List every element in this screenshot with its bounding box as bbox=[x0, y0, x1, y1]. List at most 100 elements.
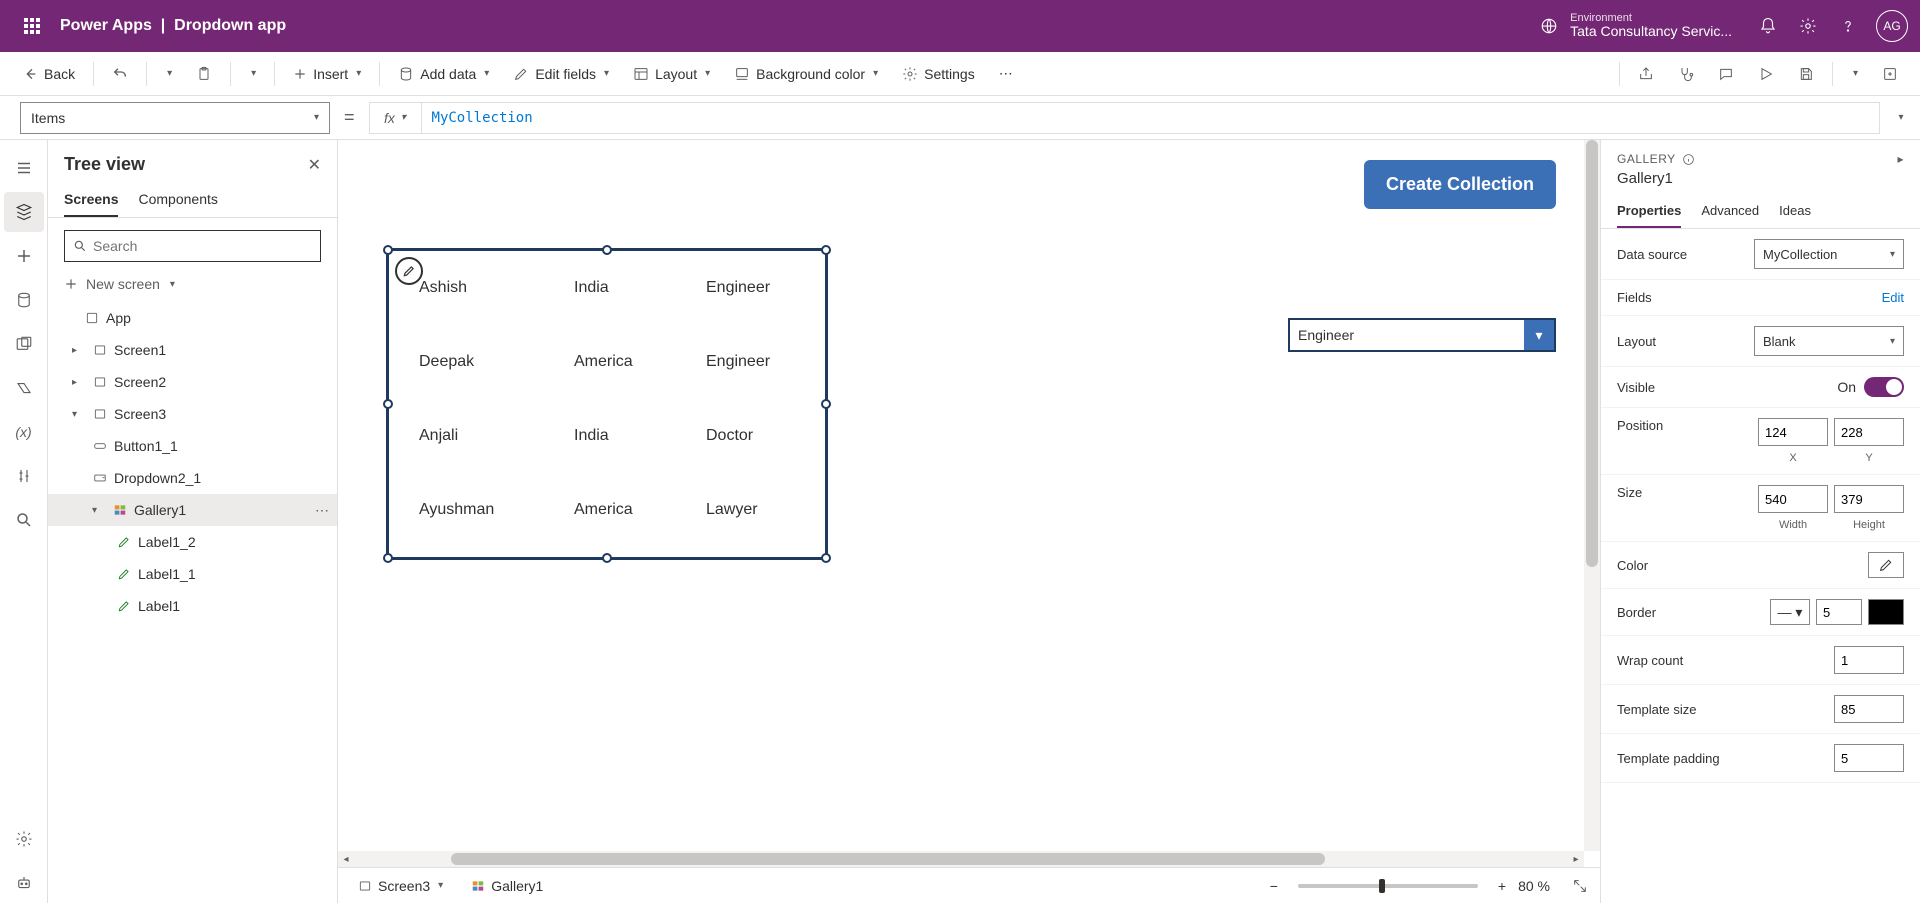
data-rail-icon[interactable] bbox=[4, 280, 44, 320]
more-icon[interactable]: ⋯ bbox=[315, 502, 329, 519]
tree-item-app[interactable]: App bbox=[48, 302, 337, 334]
comments-button[interactable] bbox=[1708, 58, 1744, 90]
info-icon[interactable] bbox=[1682, 153, 1695, 166]
notifications-icon[interactable] bbox=[1748, 6, 1788, 46]
create-collection-button[interactable]: Create Collection bbox=[1364, 160, 1556, 209]
width-input[interactable] bbox=[1758, 485, 1828, 513]
zoom-slider[interactable] bbox=[1298, 884, 1478, 888]
hamburger-icon[interactable] bbox=[4, 148, 44, 188]
bg-color-button[interactable]: Background color ▾ bbox=[724, 58, 888, 90]
edit-fields-link[interactable]: Edit bbox=[1882, 290, 1904, 305]
vertical-scrollbar[interactable] bbox=[1584, 140, 1600, 851]
breadcrumb-screen[interactable]: Screen3 ▾ bbox=[350, 874, 451, 898]
border-width-input[interactable] bbox=[1816, 599, 1862, 625]
template-size-input[interactable] bbox=[1834, 695, 1904, 723]
gallery-row[interactable]: Ayushman America Lawyer bbox=[389, 473, 825, 547]
chevron-down-icon[interactable]: ▾ bbox=[92, 505, 106, 516]
tab-screens[interactable]: Screens bbox=[64, 183, 118, 217]
resize-handle[interactable] bbox=[821, 245, 831, 255]
bot-rail-icon[interactable] bbox=[4, 863, 44, 903]
share-button[interactable] bbox=[1628, 58, 1664, 90]
insert-button[interactable]: Insert ▾ bbox=[283, 58, 371, 90]
overflow-button[interactable]: ⋯ bbox=[989, 58, 1023, 90]
undo-button[interactable] bbox=[102, 58, 138, 90]
tree-item-label1-2[interactable]: Label1_2 bbox=[48, 526, 337, 558]
tree-item-screen2[interactable]: ▸ Screen2 bbox=[48, 366, 337, 398]
settings-button[interactable]: Settings bbox=[892, 58, 985, 90]
close-icon[interactable]: ✕ bbox=[308, 155, 321, 175]
chevron-down-icon[interactable]: ▾ bbox=[72, 409, 86, 420]
app-screen[interactable]: Create Collection Engineer ▾ bbox=[338, 140, 1584, 851]
app-checker-button[interactable] bbox=[1668, 58, 1704, 90]
layout-select[interactable]: Blank▾ bbox=[1754, 326, 1904, 356]
zoom-out-button[interactable]: − bbox=[1270, 878, 1278, 894]
settings-rail-icon[interactable] bbox=[4, 819, 44, 859]
zoom-in-button[interactable]: + bbox=[1498, 878, 1506, 894]
chevron-right-icon[interactable]: ▸ bbox=[72, 345, 86, 356]
chevron-right-icon[interactable]: ▸ bbox=[72, 377, 86, 388]
gallery-control[interactable]: Ashish India Engineer Deepak America Eng… bbox=[386, 248, 828, 560]
template-padding-input[interactable] bbox=[1834, 744, 1904, 772]
search-rail-icon[interactable] bbox=[4, 500, 44, 540]
resize-handle[interactable] bbox=[383, 399, 393, 409]
tree-item-gallery1[interactable]: ▾ Gallery1 ⋯ bbox=[48, 494, 337, 526]
edit-fields-button[interactable]: Edit fields ▾ bbox=[503, 58, 619, 90]
border-style-select[interactable]: — ▾ bbox=[1770, 599, 1810, 625]
color-picker[interactable] bbox=[1868, 552, 1904, 578]
resize-handle[interactable] bbox=[821, 399, 831, 409]
variables-rail-icon[interactable]: (x) bbox=[4, 412, 44, 452]
tab-ideas[interactable]: Ideas bbox=[1779, 195, 1811, 228]
media-rail-icon[interactable] bbox=[4, 324, 44, 364]
gallery-row[interactable]: Ashish India Engineer bbox=[389, 251, 825, 325]
border-color-picker[interactable] bbox=[1868, 599, 1904, 625]
new-screen-button[interactable]: New screen ▾ bbox=[48, 270, 337, 298]
tab-components[interactable]: Components bbox=[138, 183, 217, 217]
chevron-right-icon[interactable]: ▸ bbox=[1897, 152, 1904, 166]
search-input[interactable] bbox=[93, 238, 312, 254]
tools-rail-icon[interactable] bbox=[4, 456, 44, 496]
insert-rail-icon[interactable] bbox=[4, 236, 44, 276]
position-x-input[interactable] bbox=[1758, 418, 1828, 446]
undo-split[interactable]: ▾ bbox=[155, 58, 182, 90]
tree-item-screen3[interactable]: ▾ Screen3 bbox=[48, 398, 337, 430]
horizontal-scrollbar[interactable]: ◂▸ bbox=[338, 851, 1584, 867]
flows-rail-icon[interactable] bbox=[4, 368, 44, 408]
app-launcher-icon[interactable] bbox=[12, 6, 52, 46]
height-input[interactable] bbox=[1834, 485, 1904, 513]
resize-handle[interactable] bbox=[602, 553, 612, 563]
resize-handle[interactable] bbox=[821, 553, 831, 563]
edit-template-button[interactable] bbox=[395, 257, 423, 285]
settings-gear-icon[interactable] bbox=[1788, 6, 1828, 46]
play-button[interactable] bbox=[1748, 58, 1784, 90]
back-button[interactable]: Back bbox=[12, 58, 85, 90]
position-y-input[interactable] bbox=[1834, 418, 1904, 446]
dropdown-control[interactable]: Engineer ▾ bbox=[1288, 318, 1556, 352]
user-avatar[interactable]: AG bbox=[1876, 10, 1908, 42]
formula-expand-button[interactable]: ▾ bbox=[1880, 102, 1920, 134]
tree-item-label1[interactable]: Label1 bbox=[48, 590, 337, 622]
publish-button[interactable] bbox=[1872, 58, 1908, 90]
formula-input[interactable]: MyCollection bbox=[421, 102, 1880, 134]
tab-advanced[interactable]: Advanced bbox=[1701, 195, 1759, 228]
tree-item-dropdown2[interactable]: Dropdown2_1 bbox=[48, 462, 337, 494]
resize-handle[interactable] bbox=[383, 553, 393, 563]
save-button[interactable] bbox=[1788, 58, 1824, 90]
help-icon[interactable] bbox=[1828, 6, 1868, 46]
add-data-button[interactable]: Add data ▾ bbox=[388, 58, 499, 90]
resize-handle[interactable] bbox=[602, 245, 612, 255]
visible-toggle[interactable] bbox=[1864, 377, 1904, 397]
layout-button[interactable]: Layout ▾ bbox=[623, 58, 720, 90]
environment-picker[interactable]: Environment Tata Consultancy Servic... bbox=[1540, 12, 1732, 39]
tree-search[interactable] bbox=[64, 230, 321, 262]
paste-button[interactable] bbox=[186, 58, 222, 90]
save-split[interactable]: ▾ bbox=[1841, 58, 1868, 90]
fx-label[interactable]: fx▾ bbox=[369, 102, 421, 134]
tree-item-label1-1[interactable]: Label1_1 bbox=[48, 558, 337, 590]
paste-split[interactable]: ▾ bbox=[239, 58, 266, 90]
tab-properties[interactable]: Properties bbox=[1617, 195, 1681, 228]
tree-view-icon[interactable] bbox=[4, 192, 44, 232]
data-source-select[interactable]: MyCollection▾ bbox=[1754, 239, 1904, 269]
gallery-row[interactable]: Anjali India Doctor bbox=[389, 399, 825, 473]
fit-screen-button[interactable] bbox=[1572, 878, 1588, 894]
breadcrumb-gallery[interactable]: Gallery1 bbox=[463, 874, 551, 898]
